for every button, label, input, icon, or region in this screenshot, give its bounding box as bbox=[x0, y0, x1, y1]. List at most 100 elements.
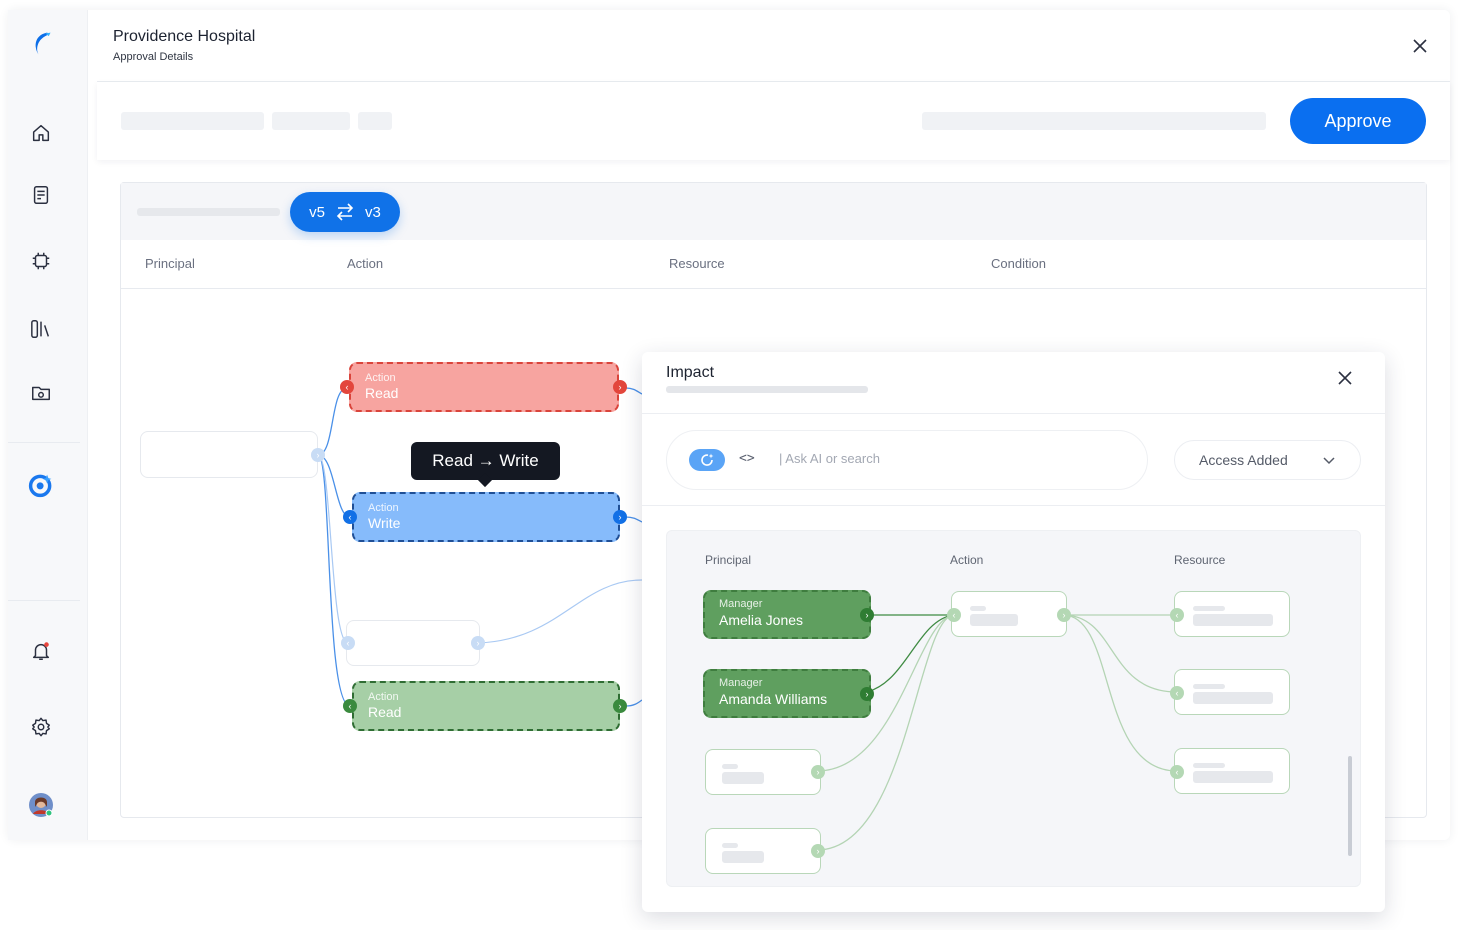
bell-icon[interactable] bbox=[28, 638, 54, 664]
column-header-resource: Resource bbox=[669, 256, 725, 271]
loading-placeholder bbox=[666, 386, 868, 393]
principal-node-amelia-jones[interactable]: Manager Amelia Jones bbox=[703, 590, 871, 639]
loading-placeholder bbox=[1193, 684, 1225, 689]
folder-icon[interactable] bbox=[28, 380, 54, 406]
library-icon[interactable] bbox=[28, 316, 54, 342]
chevron-right-icon: › bbox=[613, 510, 627, 524]
resource-node[interactable] bbox=[1174, 669, 1290, 715]
version-to: v3 bbox=[365, 203, 381, 221]
chevron-right-icon: › bbox=[471, 636, 485, 650]
principal-role: Manager bbox=[719, 677, 763, 689]
action-node-read-removed[interactable]: Action Read bbox=[349, 362, 619, 412]
version-compare-toggle[interactable]: v5 v3 bbox=[290, 192, 400, 232]
chevron-left-icon: ‹ bbox=[343, 510, 357, 524]
principal-name: Amanda Williams bbox=[719, 691, 828, 707]
loading-placeholder bbox=[272, 112, 350, 130]
loading-placeholder bbox=[1193, 771, 1273, 783]
chevron-right-icon: › bbox=[860, 608, 874, 622]
resource-node[interactable] bbox=[1174, 591, 1290, 637]
chevron-right-icon: › bbox=[860, 687, 874, 701]
action-node-write-changed[interactable]: Action Write bbox=[352, 492, 620, 542]
node-value-label: Read bbox=[365, 385, 399, 401]
loading-placeholder bbox=[722, 851, 764, 863]
node-kind-label: Action bbox=[368, 502, 399, 514]
settings-icon[interactable] bbox=[28, 714, 54, 740]
chevron-right-icon: › bbox=[311, 448, 325, 462]
sidebar-divider bbox=[8, 600, 80, 601]
chevron-left-icon: ‹ bbox=[1170, 608, 1184, 622]
chip-icon[interactable] bbox=[28, 248, 54, 274]
resource-node[interactable] bbox=[1174, 748, 1290, 794]
search-input[interactable]: | Ask AI or search bbox=[779, 451, 880, 466]
chevron-right-icon: › bbox=[613, 699, 627, 713]
loading-placeholder bbox=[722, 772, 764, 784]
page-subtitle: Approval Details bbox=[113, 51, 194, 63]
principal-node[interactable] bbox=[705, 828, 821, 874]
loading-placeholder bbox=[1193, 606, 1225, 611]
impact-filter-select[interactable]: Access Added bbox=[1174, 440, 1361, 480]
ai-assistant-icon[interactable] bbox=[689, 449, 725, 471]
loading-placeholder bbox=[922, 112, 1266, 130]
chevron-left-icon: ‹ bbox=[341, 636, 355, 650]
ai-assistant-icon[interactable] bbox=[28, 472, 54, 498]
ai-search-box[interactable]: <> | Ask AI or search bbox=[666, 430, 1148, 490]
action-node[interactable] bbox=[951, 591, 1067, 637]
principal-name: Amelia Jones bbox=[719, 612, 804, 628]
chevron-right-icon: › bbox=[811, 765, 825, 779]
chevron-left-icon: ‹ bbox=[1170, 765, 1184, 779]
close-icon[interactable] bbox=[1410, 36, 1430, 56]
chevron-left-icon: ‹ bbox=[340, 380, 354, 394]
approve-button[interactable]: Approve bbox=[1290, 98, 1426, 144]
action-node-read-added[interactable]: Action Read bbox=[352, 681, 620, 731]
divider bbox=[642, 413, 1385, 414]
page-title: Providence Hospital bbox=[113, 28, 256, 45]
impact-title: Impact bbox=[666, 364, 715, 381]
loading-placeholder bbox=[1193, 614, 1273, 626]
chevron-right-icon: › bbox=[1057, 608, 1071, 622]
home-icon[interactable] bbox=[28, 120, 54, 146]
chevron-down-icon bbox=[1323, 457, 1335, 465]
principal-node-amanda-williams[interactable]: Manager Amanda Williams bbox=[703, 669, 871, 718]
avatar[interactable] bbox=[28, 792, 54, 818]
node-value-label: Write bbox=[368, 515, 401, 531]
loading-placeholder bbox=[1193, 692, 1273, 704]
chevron-left-icon: ‹ bbox=[1170, 686, 1184, 700]
loading-placeholder bbox=[121, 112, 264, 130]
principal-role: Manager bbox=[719, 598, 763, 610]
column-header-condition: Condition bbox=[991, 256, 1046, 271]
loading-placeholder bbox=[358, 112, 392, 130]
action-node[interactable] bbox=[346, 620, 480, 666]
chevron-right-icon: › bbox=[811, 844, 825, 858]
loading-placeholder bbox=[722, 843, 738, 848]
page-header: Providence Hospital Approval Details bbox=[97, 10, 1450, 82]
version-from: v5 bbox=[309, 203, 325, 221]
impact-panel: Impact <> | Ask AI or search Access Adde… bbox=[642, 352, 1385, 912]
change-tooltip: Read → Write bbox=[411, 442, 560, 480]
loading-placeholder bbox=[970, 606, 986, 611]
node-value-label: Read bbox=[368, 704, 402, 720]
node-kind-label: Action bbox=[368, 691, 399, 703]
chevron-left-icon: ‹ bbox=[947, 608, 961, 622]
principal-node[interactable] bbox=[705, 749, 821, 795]
column-header-action: Action bbox=[347, 256, 384, 271]
loading-placeholder bbox=[137, 208, 280, 216]
sidebar-divider bbox=[8, 442, 80, 443]
filter-selected-label: Access Added bbox=[1199, 452, 1288, 468]
loading-placeholder bbox=[970, 614, 1018, 626]
swap-icon bbox=[336, 203, 354, 221]
divider bbox=[121, 288, 1426, 289]
impact-graph: Principal Action Resource Manager Amelia… bbox=[666, 530, 1361, 887]
chevron-left-icon: ‹ bbox=[343, 699, 357, 713]
logo-icon[interactable] bbox=[28, 30, 54, 56]
chevron-right-icon: › bbox=[613, 380, 627, 394]
divider bbox=[642, 505, 1385, 506]
column-header-principal: Principal bbox=[145, 256, 195, 271]
code-icon[interactable]: <> bbox=[739, 451, 755, 466]
loading-placeholder bbox=[722, 764, 738, 769]
principal-node[interactable] bbox=[140, 431, 318, 478]
close-icon[interactable] bbox=[1335, 368, 1355, 388]
scrollbar[interactable] bbox=[1348, 756, 1352, 856]
document-icon[interactable] bbox=[28, 182, 54, 208]
node-kind-label: Action bbox=[365, 372, 396, 384]
loading-placeholder bbox=[1193, 763, 1225, 768]
